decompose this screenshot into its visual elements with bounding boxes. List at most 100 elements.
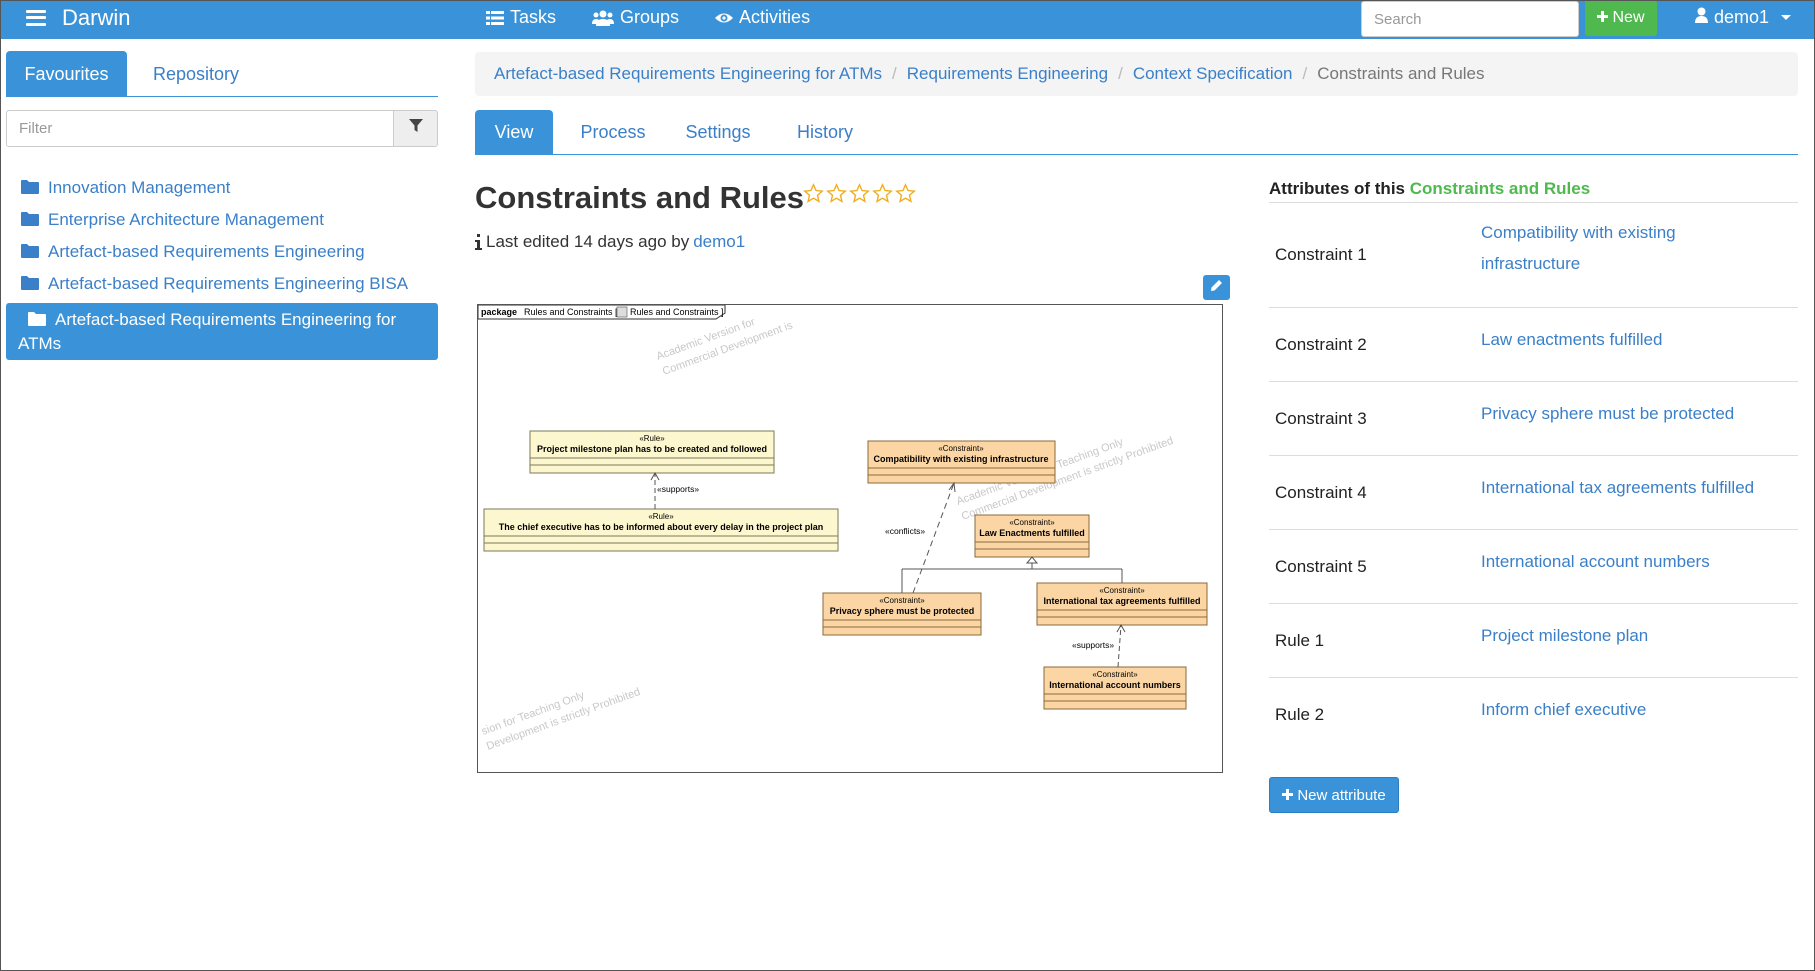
new-button-label: New (1612, 9, 1645, 26)
constraint-stereotype: «Constraint» (938, 444, 984, 453)
rule-box-chief-executive: «Rule» The chief executive has to be inf… (483, 508, 839, 552)
edit-diagram-button[interactable] (1203, 275, 1230, 300)
attribute-key: Constraint 1 (1275, 245, 1367, 264)
filter-button[interactable] (393, 110, 438, 147)
attribute-key: Rule 1 (1275, 630, 1325, 650)
sidebar-item-label: Artefact-based Requirements Engineering … (48, 274, 409, 293)
folder-icon (21, 243, 41, 263)
last-edited-user-link[interactable]: demo1 (693, 232, 745, 252)
sidebar-item-artefact-re[interactable]: Artefact-based Requirements Engineering (6, 242, 438, 263)
breadcrumb-separator: / (1118, 64, 1123, 83)
nav-activities-label: Activities (739, 7, 811, 27)
constraint-box-compatibility: «Constraint» Compatibility with existing… (867, 440, 1056, 484)
breadcrumb-link-context[interactable]: Context Specification (1133, 64, 1293, 84)
sidebar-item-innovation-management[interactable]: Innovation Management (6, 178, 438, 199)
sidebar-item-label: Enterprise Architecture Management (48, 210, 324, 229)
attributes-heading-prefix: Attributes of this (1269, 179, 1405, 198)
star-icon[interactable] (849, 183, 870, 204)
constraint-box-law: «Constraint» Law Enactments fulfilled (974, 514, 1090, 558)
attribute-value-link[interactable]: International tax agreements fulfilled (1481, 456, 1798, 529)
folder-icon (21, 211, 41, 231)
sidebar-item-active-text: Artefact-based Requirements Engineering … (18, 308, 428, 356)
supports-label: «supports» (1072, 640, 1114, 650)
rules-constraints-diagram[interactable]: package Rules and Constraints [ Rules an… (477, 304, 1223, 773)
sidebar-item-label: Artefact-based Requirements Engineering … (18, 310, 397, 353)
info-icon (475, 234, 482, 250)
constraint-name: International account numbers (1049, 680, 1181, 690)
constraint-box-account: «Constraint» International account numbe… (1043, 666, 1187, 710)
pencil-icon (1210, 279, 1223, 297)
plus-icon (1282, 787, 1294, 804)
new-attribute-button[interactable]: New attribute (1269, 777, 1399, 813)
folder-icon (28, 310, 48, 330)
frame-keyword: package (481, 307, 517, 317)
new-button[interactable]: New (1585, 0, 1657, 36)
menu-icon[interactable] (26, 9, 46, 26)
search-input[interactable] (1361, 1, 1579, 37)
attribute-value-link[interactable]: International account numbers (1481, 530, 1798, 603)
attribute-value-link[interactable]: Compatibility with existing infrastructu… (1481, 203, 1798, 307)
list-icon (486, 10, 504, 26)
new-attribute-label: New attribute (1297, 786, 1386, 804)
attribute-key: Constraint 5 (1275, 556, 1367, 576)
breadcrumb-separator: / (1302, 64, 1308, 83)
nav-groups[interactable]: Groups (592, 7, 679, 28)
filter-icon (408, 119, 423, 138)
attribute-row: Rule 1 Project milestone plan (1269, 604, 1798, 678)
sidebar-item-artefact-re-bisa[interactable]: Artefact-based Requirements Engineering … (6, 274, 438, 295)
users-icon (592, 10, 615, 26)
attributes-table: Constraint 1 Compatibility with existing… (1269, 202, 1798, 752)
breadcrumb-separator: / (892, 64, 897, 83)
conflicts-label: «conflicts» (885, 526, 925, 536)
brand[interactable]: Darwin (26, 0, 130, 35)
rule-box-milestone: «Rule» Project milestone plan has to be … (529, 430, 775, 474)
supports-label: «supports» (657, 484, 699, 494)
folder-icon (21, 275, 41, 295)
constraint-box-privacy: «Constraint» Privacy sphere must be prot… (822, 592, 982, 636)
diagram-frame-icon (616, 306, 628, 318)
nav-activities[interactable]: Activities (715, 7, 810, 28)
star-icon[interactable] (803, 183, 824, 204)
attribute-row: Constraint 2 Law enactments fulfilled (1269, 308, 1798, 382)
page-title: Constraints and Rules (475, 180, 804, 215)
tab-repository[interactable]: Repository (136, 51, 256, 97)
breadcrumb-link-requirements[interactable]: Requirements Engineering (907, 64, 1108, 84)
constraint-stereotype: «Constraint» (1009, 518, 1055, 527)
tab-favourites[interactable]: Favourites (6, 51, 127, 97)
frame-name: Rules and Constraints [ (524, 307, 618, 317)
plus-icon (1597, 9, 1609, 27)
filter-input[interactable] (6, 110, 394, 147)
rule-name: Project milestone plan has to be created… (537, 444, 767, 454)
rule-name: The chief executive has to be informed a… (499, 522, 824, 532)
constraint-name: Compatibility with existing infrastructu… (873, 454, 1048, 464)
sidebar-item-enterprise-architecture[interactable]: Enterprise Architecture Management (6, 210, 438, 231)
attribute-value-link[interactable]: Inform chief executive (1481, 678, 1798, 752)
star-rating[interactable] (803, 183, 916, 204)
folder-icon (21, 179, 41, 199)
attribute-row: Constraint 3 Privacy sphere must be prot… (1269, 382, 1798, 456)
attribute-value-link[interactable]: Law enactments fulfilled (1481, 308, 1798, 381)
breadcrumb-link-project[interactable]: Artefact-based Requirements Engineering … (494, 64, 882, 84)
sidebar-item-artefact-re-atms[interactable]: Artefact-based Requirements Engineering … (6, 303, 438, 360)
attribute-value-link[interactable]: Project milestone plan (1481, 604, 1798, 677)
attribute-row: Constraint 1 Compatibility with existing… (1269, 203, 1798, 308)
rule-stereotype: «Rule» (639, 434, 665, 443)
nav-tasks[interactable]: Tasks (486, 7, 556, 28)
star-icon[interactable] (872, 183, 893, 204)
tab-history[interactable]: History (775, 110, 875, 155)
attribute-row: Constraint 4 International tax agreement… (1269, 456, 1798, 530)
tab-view[interactable]: View (475, 110, 553, 155)
attribute-key: Constraint 4 (1275, 482, 1367, 502)
star-icon[interactable] (895, 183, 916, 204)
tab-settings[interactable]: Settings (668, 110, 768, 155)
constraint-name: Law Enactments fulfilled (979, 528, 1085, 538)
top-navbar: Darwin Tasks Groups Activities New (0, 0, 1815, 39)
user-menu[interactable]: demo1 (1695, 0, 1792, 35)
tab-process[interactable]: Process (563, 110, 663, 155)
sidebar-tabs: Favourites Repository (6, 51, 438, 97)
content-tabs: View Process Settings History (475, 110, 1798, 155)
last-edited: Last edited 14 days ago by demo1 (475, 232, 745, 252)
attribute-row: Constraint 5 International account numbe… (1269, 530, 1798, 604)
attribute-value-link[interactable]: Privacy sphere must be protected (1481, 382, 1798, 455)
star-icon[interactable] (826, 183, 847, 204)
